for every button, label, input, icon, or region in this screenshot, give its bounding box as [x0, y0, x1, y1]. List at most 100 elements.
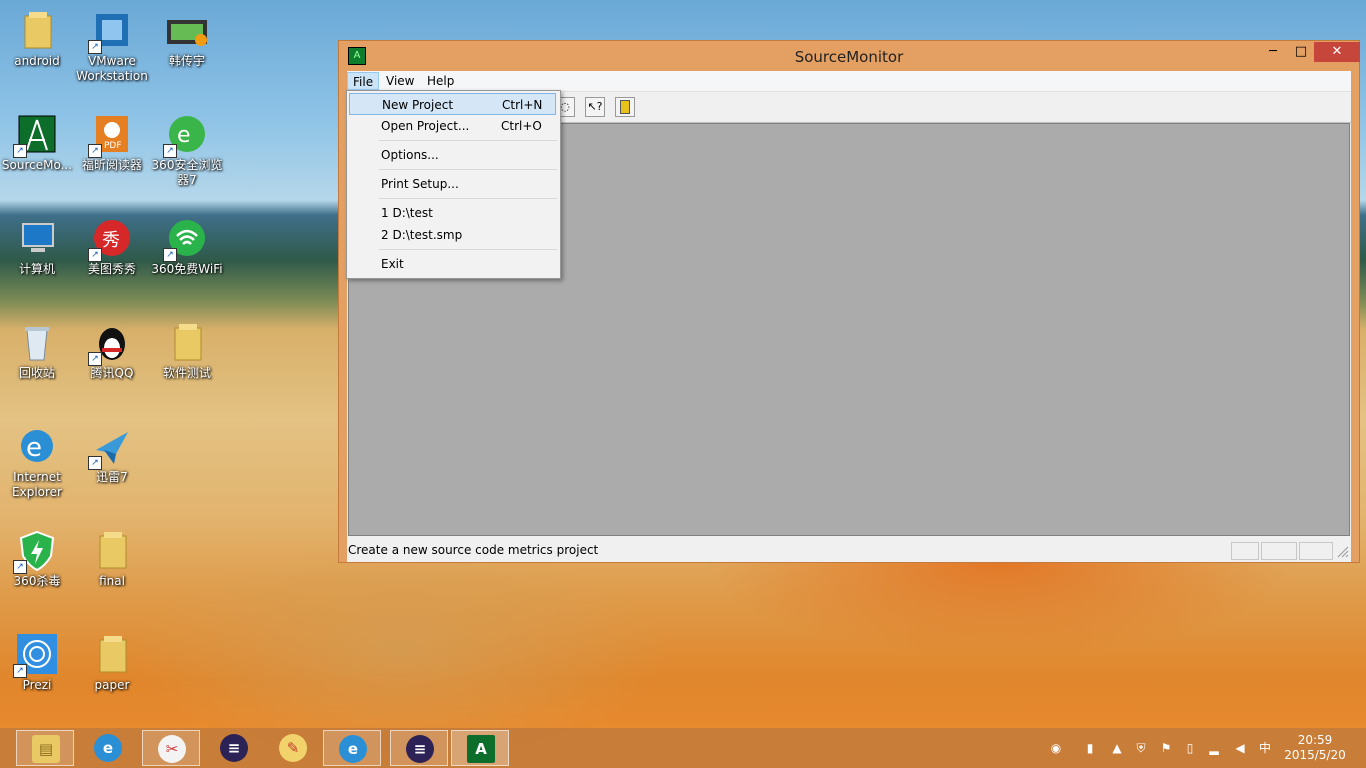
- svg-text:PDF: PDF: [104, 141, 122, 151]
- scissors-icon: ✂: [158, 735, 186, 763]
- svg-text:e: e: [177, 123, 191, 148]
- desktop-icon-label: 福昕阅读器: [81, 158, 142, 172]
- desktop-icon-label: 美图秀秀: [87, 262, 136, 276]
- resize-grip-icon[interactable]: [1337, 546, 1349, 558]
- window-titlebar[interactable]: A SourceMonitor ─ □ ✕: [339, 41, 1360, 71]
- taskbar-file-explorer[interactable]: ▤: [16, 730, 74, 766]
- desktop-icon-360-antivirus[interactable]: ↗ 360杀毒: [0, 524, 74, 589]
- file-explorer-icon: ▤: [32, 735, 60, 763]
- desktop-icon-recycle-bin[interactable]: 回收站: [0, 316, 74, 381]
- volume-icon[interactable]: ◀: [1232, 740, 1248, 756]
- taskbar-ie[interactable]: e: [79, 730, 137, 766]
- menu-view[interactable]: View: [380, 72, 420, 90]
- ime-indicator[interactable]: 中: [1257, 740, 1273, 756]
- ie-icon: e: [94, 734, 122, 762]
- action-center-icon[interactable]: ⚑: [1158, 740, 1174, 756]
- ie-icon: e: [15, 424, 59, 468]
- menu-item-new-project[interactable]: New Project Ctrl+N: [349, 93, 556, 115]
- desktop-icon-label: Prezi: [22, 678, 52, 692]
- desktop-icon-folder-test[interactable]: 软件测试: [150, 316, 224, 381]
- desktop-icon-meitu[interactable]: 秀 ↗ 美图秀秀: [75, 212, 149, 277]
- taskbar-eclipse-2[interactable]: ≡: [390, 730, 448, 766]
- menu-item-label: Open Project...: [381, 119, 470, 133]
- desktop-icon-pdf-reader[interactable]: PDF ↗ 福昕阅读器: [75, 108, 149, 173]
- svg-text:秀: 秀: [102, 230, 120, 251]
- taskbar-eclipse[interactable]: ≡: [205, 730, 263, 766]
- desktop-icon-video[interactable]: 韩传宇: [150, 4, 224, 69]
- shield-tray-icon[interactable]: ⛨: [1133, 740, 1149, 756]
- desktop-icon-label: 腾讯QQ: [90, 366, 134, 380]
- status-bar: Create a new source code metrics project: [347, 538, 1351, 562]
- desktop-icon-folder-final[interactable]: final: [75, 524, 149, 589]
- network-signal-icon[interactable]: ▂: [1206, 740, 1222, 756]
- sourcemonitor-icon: ↗: [13, 112, 59, 158]
- battery-icon[interactable]: ▯: [1182, 740, 1198, 756]
- desktop-icon-computer[interactable]: 计算机: [0, 212, 74, 277]
- menu-item-recent-2[interactable]: 2 D:\test.smp: [349, 224, 556, 246]
- wifi-icon: ↗: [163, 216, 209, 262]
- desktop-icon-label: 韩传宇: [168, 54, 205, 68]
- folder-icon: [90, 632, 134, 676]
- taskbar-snipping-tool[interactable]: ✂: [142, 730, 200, 766]
- context-help-button[interactable]: ↖?: [585, 97, 605, 117]
- folder-icon: [90, 528, 134, 572]
- exit-toolbar-button[interactable]: [615, 97, 635, 117]
- taskbar: ▤ e ✂ ≡ ✎ e ≡ A ◉ ▮ ▲ ⛨ ⚑ ▯ ▂ ◀ 中 20:59 …: [0, 728, 1366, 768]
- menu-item-exit[interactable]: Exit: [349, 253, 556, 275]
- menu-bar: File View Help: [347, 71, 1351, 92]
- desktop-icon-folder-paper[interactable]: paper: [75, 628, 149, 693]
- paint-icon: ✎: [279, 734, 307, 762]
- desktop-icon-vmware[interactable]: ↗ VMware Workstation: [75, 4, 149, 84]
- window-title: SourceMonitor: [794, 48, 904, 66]
- thunder-icon: ↗: [88, 424, 134, 470]
- menu-item-label: Print Setup...: [381, 177, 459, 191]
- menu-item-open-project[interactable]: Open Project... Ctrl+O: [349, 115, 556, 137]
- desktop-icon-label: android: [14, 54, 60, 68]
- menu-item-shortcut: Ctrl+O: [501, 119, 542, 133]
- exit-door-icon: [620, 100, 630, 114]
- menu-item-shortcut: Ctrl+N: [502, 98, 543, 112]
- menu-item-options[interactable]: Options...: [349, 144, 556, 166]
- meitu-icon: 秀 ↗: [88, 216, 134, 262]
- eclipse-icon: ≡: [406, 735, 434, 763]
- usb-tray-icon[interactable]: ▮: [1082, 740, 1098, 756]
- menu-item-print-setup[interactable]: Print Setup...: [349, 173, 556, 195]
- menu-item-recent-1[interactable]: 1 D:\test: [349, 202, 556, 224]
- desktop-icon-wifi[interactable]: ↗ 360免费WiFi: [150, 212, 224, 277]
- menu-item-label: 1 D:\test: [381, 206, 433, 220]
- clock[interactable]: 20:59 2015/5/20: [1282, 733, 1348, 763]
- menu-separator: [379, 140, 557, 141]
- clock-time: 20:59: [1297, 733, 1333, 747]
- desktop-icon-sourcemonitor[interactable]: ↗ SourceMo...: [0, 108, 74, 173]
- desktop-icon-ie[interactable]: e Internet Explorer: [0, 420, 74, 500]
- minimize-button[interactable]: ─: [1259, 42, 1287, 62]
- menu-file[interactable]: File: [347, 72, 380, 90]
- taskbar-sourcemonitor[interactable]: A: [451, 730, 509, 766]
- maximize-button[interactable]: □: [1287, 42, 1315, 62]
- folder-icon: [165, 320, 209, 364]
- desktop-icon-thunder[interactable]: ↗ 迅雷7: [75, 420, 149, 485]
- desktop-icon-label: final: [99, 574, 125, 588]
- status-text: Create a new source code metrics project: [348, 543, 599, 557]
- desktop-icon-label: paper: [94, 678, 130, 692]
- desktop-icon-label: 回收站: [18, 366, 55, 380]
- taskbar-ie-2[interactable]: e: [323, 730, 381, 766]
- desktop-icon-360-browser[interactable]: e ↗ 360安全浏览器7: [150, 108, 224, 188]
- wifi-tray-icon[interactable]: ◉: [1048, 740, 1064, 756]
- desktop-icon-android[interactable]: android: [0, 4, 74, 69]
- desktop-icon-label: Internet Explorer: [12, 470, 62, 499]
- desktop-icon-qq[interactable]: ↗ 腾讯QQ: [75, 316, 149, 381]
- file-menu-dropdown: New Project Ctrl+N Open Project... Ctrl+…: [346, 90, 561, 279]
- folder-icon: [15, 8, 59, 52]
- show-hidden-icons-icon[interactable]: ▲: [1109, 740, 1125, 756]
- recycle-bin-icon: [15, 320, 59, 364]
- menu-help[interactable]: Help: [421, 72, 460, 90]
- desktop-icon-label: SourceMo...: [1, 158, 73, 172]
- close-button[interactable]: ✕: [1314, 42, 1360, 62]
- desktop-icon-prezi[interactable]: ↗ Prezi: [0, 628, 74, 693]
- taskbar-paint[interactable]: ✎: [264, 730, 322, 766]
- pdf-reader-icon: PDF ↗: [88, 112, 134, 158]
- clock-date: 2015/5/20: [1284, 748, 1346, 762]
- menu-item-label: Options...: [381, 148, 439, 162]
- eclipse-icon: ≡: [220, 734, 248, 762]
